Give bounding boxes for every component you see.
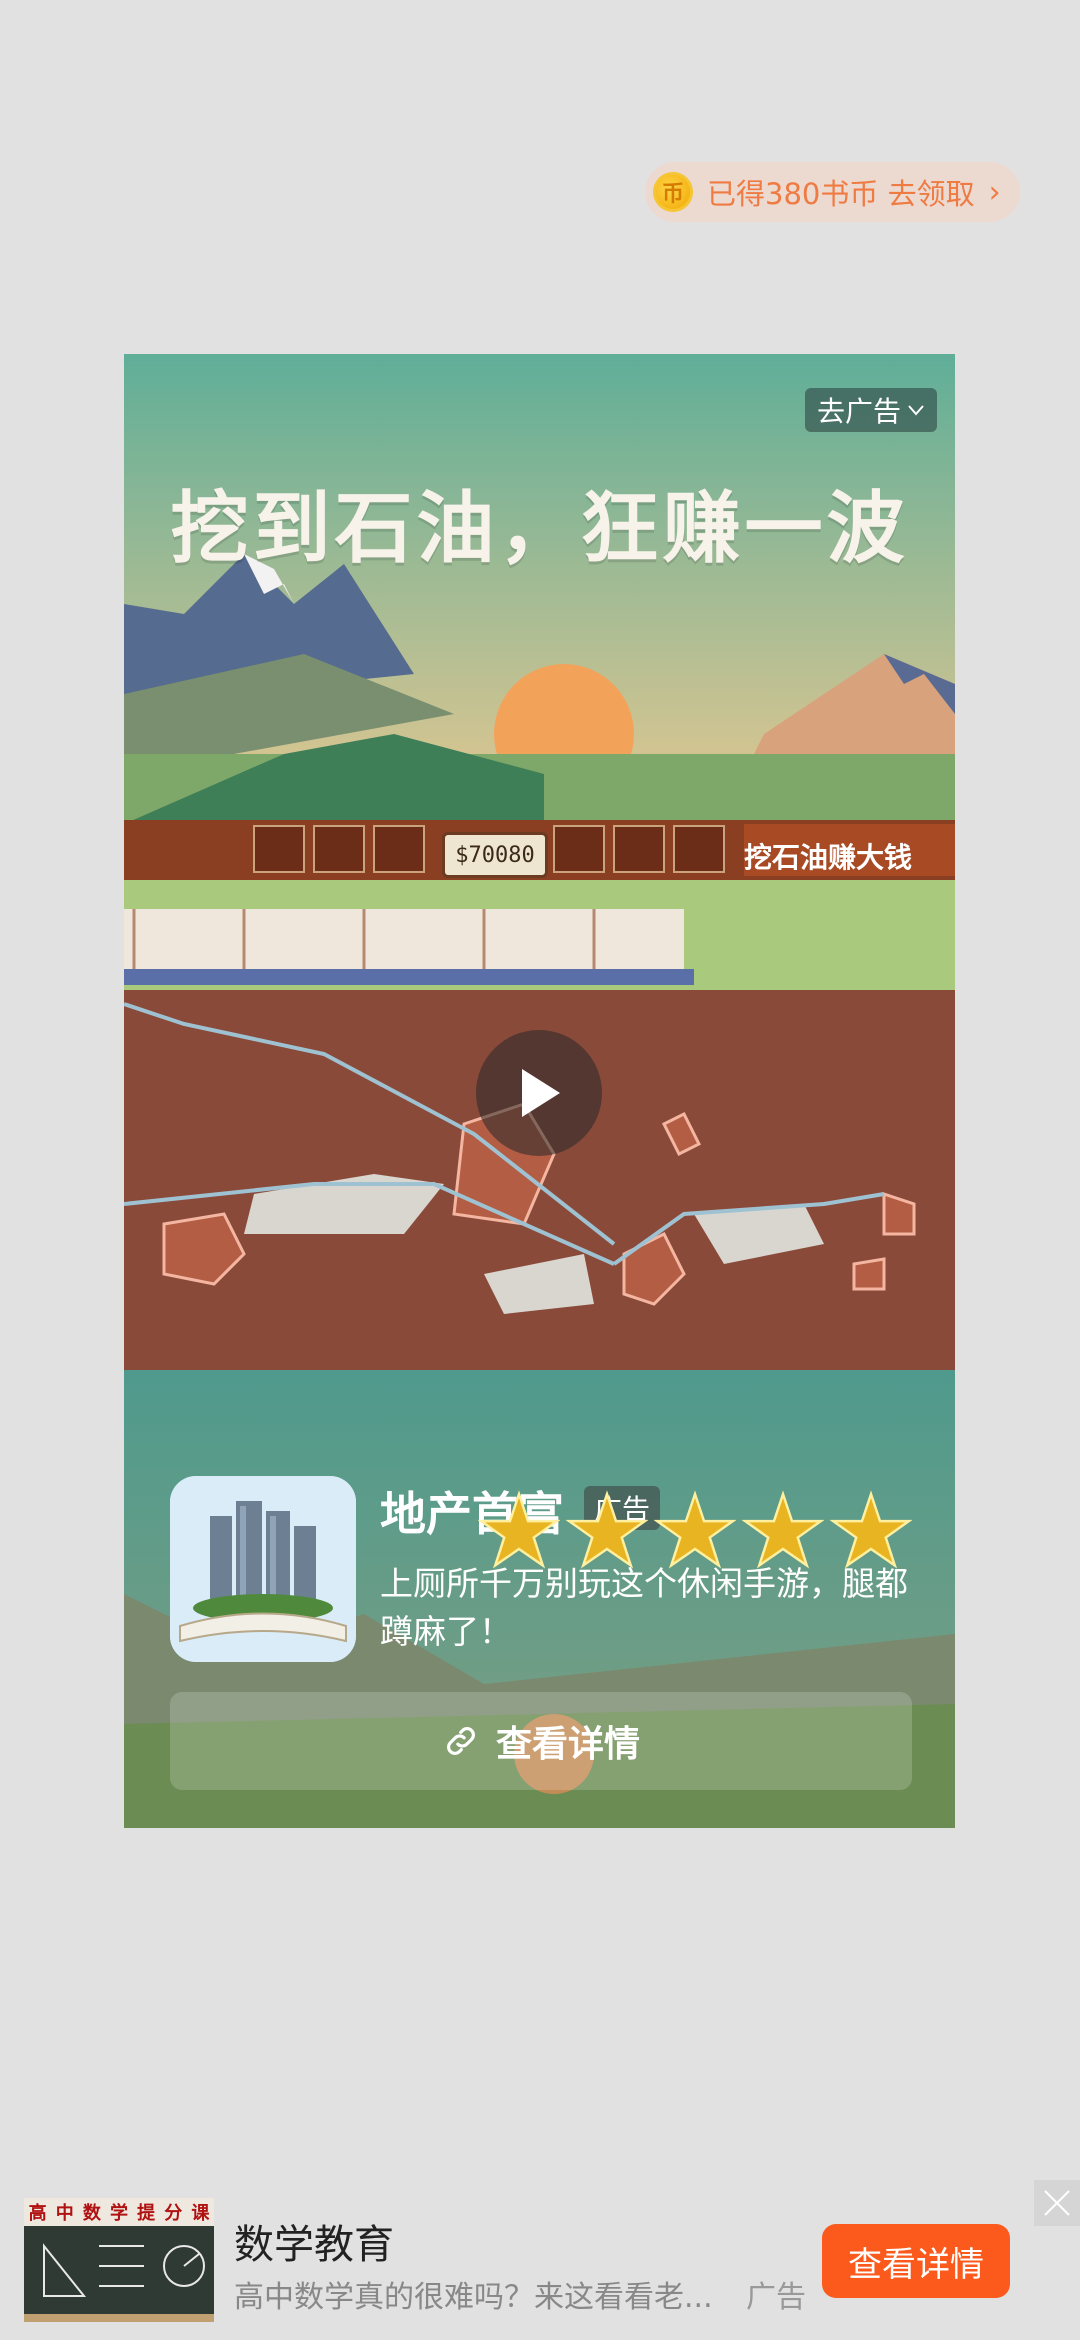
chevron-down-icon bbox=[908, 405, 924, 416]
thumbnail-header: 高 中 数 学 提 分 课 bbox=[24, 2198, 214, 2226]
bottom-view-details-button[interactable]: 查看详情 bbox=[822, 2224, 1010, 2298]
bottom-ad-thumbnail[interactable]: 高 中 数 学 提 分 课 bbox=[24, 2198, 214, 2322]
reward-text: 已得380书币 去领取 bbox=[707, 177, 975, 211]
view-details-label: 查看详情 bbox=[495, 1724, 640, 1765]
remove-ad-button[interactable]: 去广告 bbox=[804, 388, 937, 432]
thumb-char: 数 bbox=[82, 2203, 101, 2224]
app-icon[interactable] bbox=[170, 1476, 356, 1662]
thumb-char: 高 bbox=[28, 2203, 47, 2224]
thumb-char: 学 bbox=[109, 2203, 128, 2224]
play-icon bbox=[522, 1069, 560, 1117]
thumb-char: 中 bbox=[55, 2203, 74, 2224]
thumb-char: 分 bbox=[164, 2203, 183, 2224]
play-button[interactable] bbox=[476, 1030, 602, 1156]
video-ad-card[interactable]: 挖到石油，狂赚一波 去广告 $70080 挖石油赚大钱 地产首富 广告 上厕所千… bbox=[124, 354, 955, 1828]
bottom-ad-description: 高中数学真的很难吗？来这看看老... bbox=[234, 2280, 713, 2315]
app-description: 上厕所千万别玩这个休闲手游，腿都蹲麻了！ bbox=[380, 1564, 908, 1651]
city-book-icon bbox=[170, 1476, 356, 1662]
bottom-ad-title: 数学教育 bbox=[234, 2222, 394, 2268]
bottom-ad-tag: 广告 bbox=[746, 2280, 806, 2315]
link-icon bbox=[447, 1727, 475, 1755]
ad-banner-headline: 挖到石油，狂赚一波 bbox=[170, 484, 909, 574]
game-hud-money: $70080 bbox=[442, 832, 548, 878]
view-details-button[interactable]: 查看详情 bbox=[170, 1692, 912, 1790]
chalkboard-math-icon bbox=[24, 2243, 214, 2322]
reward-coin-pill[interactable]: 币 已得380书币 去领取 › bbox=[645, 162, 1020, 222]
chevron-right-icon: › bbox=[988, 174, 1001, 210]
close-icon[interactable] bbox=[1034, 2180, 1080, 2226]
game-hud-label: 挖石油赚大钱 bbox=[744, 841, 913, 874]
remove-ad-label: 去广告 bbox=[816, 395, 901, 428]
thumb-char: 课 bbox=[191, 2203, 210, 2224]
coin-icon: 币 bbox=[653, 172, 693, 212]
thumb-char: 提 bbox=[137, 2203, 156, 2224]
